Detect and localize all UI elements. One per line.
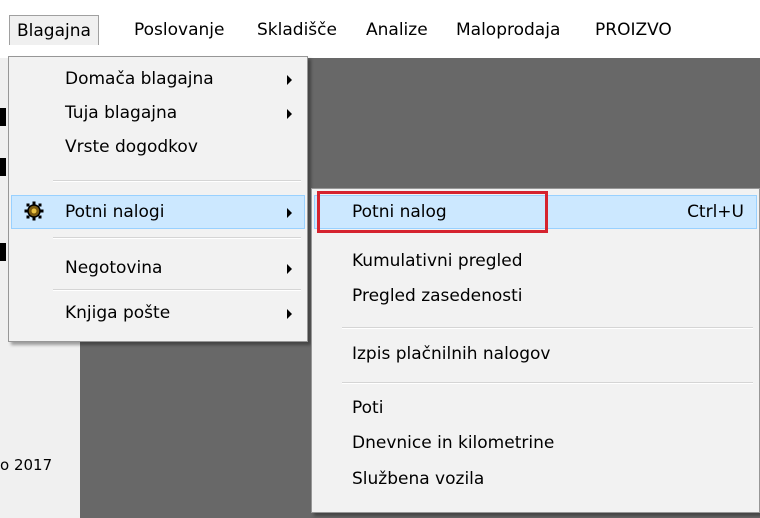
menu-separator (342, 327, 753, 329)
menu-skladisce[interactable]: Skladišče (250, 15, 344, 45)
menu-item-pregled-zasedenosti[interactable]: Pregled zasedenosti (314, 280, 757, 314)
gear-icon (24, 201, 44, 221)
menu-item-knjiga-poste[interactable]: Knjiga pošte (11, 297, 305, 331)
annotation-highlight-box (317, 191, 548, 233)
submenu-arrow-icon (287, 109, 292, 119)
menu-item-label: Izpis plačnilnih nalogov (352, 344, 551, 364)
menu-maloprodaja[interactable]: Maloprodaja (449, 15, 567, 45)
menu-item-domaca-blagajna[interactable]: Domača blagajna (11, 63, 305, 97)
menu-item-label: Tuja blagajna (65, 103, 178, 123)
menu-item-label: Dnevnice in kilometrine (352, 433, 555, 453)
potni-nalogi-submenu: Potni nalog Ctrl+U Kumulativni pregled P… (311, 188, 760, 513)
menu-item-sluzbena-vozila[interactable]: Službena vozila (314, 463, 757, 497)
menu-item-label: Knjiga pošte (65, 303, 171, 323)
menu-item-label: Pregled zasedenosti (352, 286, 523, 306)
menu-item-poti[interactable]: Poti (314, 392, 757, 426)
panel-mark (0, 243, 6, 261)
menu-skladisce-label: Skladišče (257, 20, 337, 40)
menu-item-label: Vrste dogodkov (65, 137, 198, 157)
submenu-arrow-icon (287, 309, 292, 319)
app-window: Blagajna Poslovanje Skladišče Analize Ma… (0, 0, 760, 518)
menu-item-dnevnice-in-kilometrine[interactable]: Dnevnice in kilometrine (314, 427, 757, 461)
menu-analize-label: Analize (366, 20, 428, 40)
menu-separator (53, 237, 301, 239)
menu-separator (53, 180, 301, 182)
menu-blagajna-label: Blagajna (17, 21, 91, 41)
menu-item-potni-nalogi[interactable]: Potni nalogi (11, 195, 305, 229)
submenu-arrow-icon (287, 264, 292, 274)
menu-separator (53, 289, 301, 291)
menu-poslovanje-label: Poslovanje (134, 20, 225, 40)
menu-blagajna[interactable]: Blagajna (9, 15, 99, 45)
menu-item-negotovina[interactable]: Negotovina (11, 252, 305, 286)
menu-item-label: Potni nalogi (65, 202, 165, 222)
menu-maloprodaja-label: Maloprodaja (456, 20, 561, 40)
submenu-arrow-icon (287, 75, 292, 85)
panel-mark (0, 108, 6, 126)
status-text: o 2017 (0, 456, 53, 474)
menu-item-label: Negotovina (65, 258, 163, 278)
menu-analize[interactable]: Analize (359, 15, 435, 45)
menu-item-izpis-placilnih-nalogov[interactable]: Izpis plačnilnih nalogov (314, 338, 757, 372)
panel-mark (0, 158, 6, 176)
blagajna-menu: Domača blagajna Tuja blagajna Vrste dogo… (8, 56, 308, 342)
menu-item-tuja-blagajna[interactable]: Tuja blagajna (11, 97, 305, 131)
menu-item-label: Poti (352, 398, 384, 418)
menu-poslovanje[interactable]: Poslovanje (127, 15, 231, 45)
menu-separator (342, 382, 753, 384)
menu-item-vrste-dogodkov[interactable]: Vrste dogodkov (11, 131, 305, 165)
menu-proizvodnja-label: PROIZVO (595, 20, 672, 40)
menu-item-kumulativni-pregled[interactable]: Kumulativni pregled (314, 245, 757, 279)
menu-item-label: Kumulativni pregled (352, 251, 523, 271)
menu-item-label: Domača blagajna (65, 69, 214, 89)
menu-bar: Blagajna Poslovanje Skladišče Analize Ma… (0, 0, 760, 58)
submenu-arrow-icon (287, 208, 292, 218)
menu-proizvodnja[interactable]: PROIZVO (588, 15, 679, 45)
menu-item-label: Službena vozila (352, 469, 485, 489)
shortcut-label: Ctrl+U (687, 202, 744, 222)
